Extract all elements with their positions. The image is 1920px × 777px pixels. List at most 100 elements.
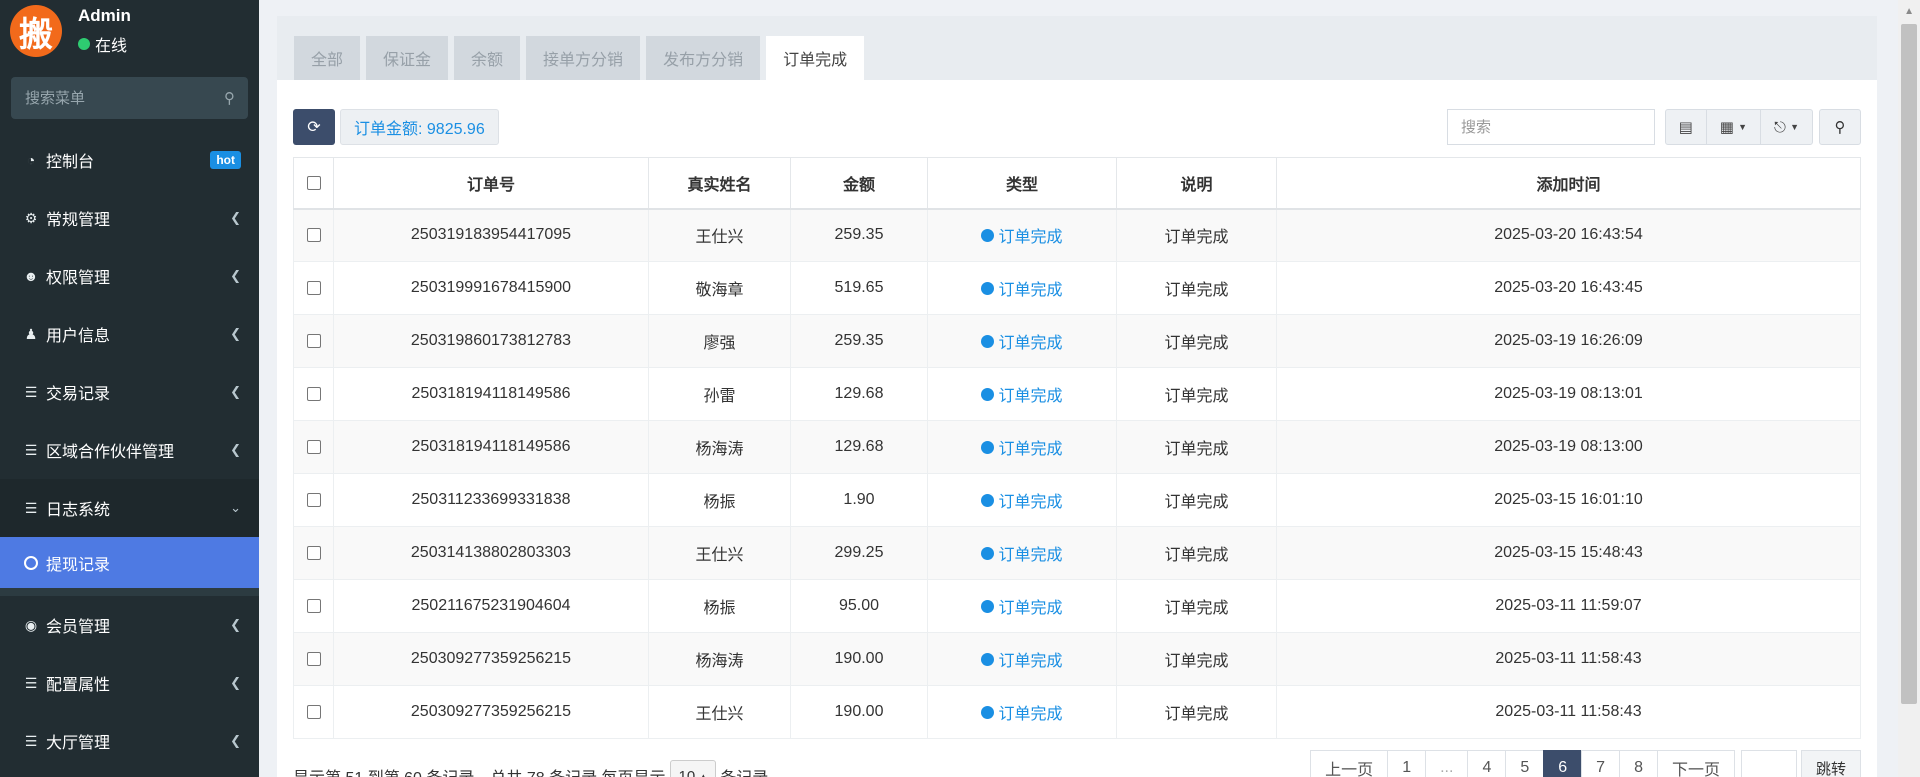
cell-order-no: 250319860173812783 [333,314,649,368]
toggle-view-button[interactable]: ▤ [1666,110,1707,144]
sidebar-item-dashboard[interactable]: ◔ 控制台 hot [0,131,259,189]
refresh-button[interactable]: ⟳ [293,109,335,145]
sidebar-item-members[interactable]: ◉ 会员管理 ❮ [0,596,259,654]
cell-name: 王仕兴 [648,526,791,580]
sidebar-item-logs[interactable]: ☰ 日志系统 ⌄ [0,479,259,537]
menu-search[interactable]: ⚲ [11,77,248,119]
dashboard-icon: ◔ [26,152,36,168]
prev-page-button[interactable]: 上一页 [1310,750,1389,777]
column-header-type[interactable]: 类型 [927,157,1117,210]
status-label: 在线 [95,38,128,55]
row-checkbox[interactable] [306,439,321,454]
row-checkbox[interactable] [306,598,321,613]
table-row[interactable]: 250319183954417095 王仕兴 259.35 订单完成 订单完成 2025-… [293,208,1861,262]
cell-amount: 519.65 [790,261,928,315]
page-button[interactable]: 7 [1581,750,1621,777]
cell-name: 杨海涛 [648,632,791,686]
export-icon: ⎋ [1774,118,1786,136]
page-button[interactable]: 4 [1467,750,1507,777]
row-checkbox[interactable] [306,492,321,507]
table-row[interactable]: 250309277359256215 杨海涛 190.00 订单完成 订单完成 2025-… [293,632,1861,686]
column-header-amount[interactable]: 金额 [790,157,928,210]
page-button[interactable]: 1 [1387,750,1427,777]
scrollbar-thumb[interactable] [1901,24,1917,704]
next-page-button[interactable]: 下一页 [1656,750,1735,777]
table-row[interactable]: 250318194118149586 杨海涛 129.68 订单完成 订单完成 2025-… [293,420,1861,474]
sidebar-subitem-withdrawals[interactable]: 提现记录 [0,537,259,588]
tab-all[interactable]: 全部 [294,36,361,80]
sidebar-item-user-info[interactable]: ♟ 用户信息 ❮ [0,305,259,363]
table-row[interactable]: 250319860173812783 廖强 259.35 订单完成 订单完成 2025-0… [293,314,1861,368]
search-icon: ⚲ [1834,119,1846,136]
status-dot-icon [981,493,995,507]
cell-type: 订单完成 [927,685,1117,739]
tab-deposit[interactable]: 保证金 [366,36,449,80]
tab-publisher-distribution[interactable]: 发布方分销 [646,36,761,80]
cell-type: 订单完成 [927,420,1117,474]
row-select-cell [293,473,334,527]
row-checkbox[interactable] [306,228,321,243]
select-all-checkbox[interactable] [306,175,321,190]
cell-amount: 259.35 [790,314,928,368]
row-checkbox[interactable] [306,704,321,719]
group-icon: ☻ [23,268,39,284]
column-header-desc[interactable]: 说明 [1116,157,1277,210]
table-row[interactable]: 250309277359256215 王仕兴 190.00 订单完成 订单完成 2025-… [293,685,1861,739]
table-search-input[interactable] [1447,109,1655,145]
row-select-cell [293,314,334,368]
sidebar-item-hall[interactable]: ☰ 大厅管理 ❮ [0,712,259,770]
caret-up-icon: ▲ [699,771,708,777]
tab-order-complete[interactable]: 订单完成 [766,36,865,80]
table-row[interactable]: 250314138802803303 王仕兴 299.25 订单完成 订单完成 2025-… [293,526,1861,580]
columns-button[interactable]: ▦ ▼ [1707,110,1762,144]
cell-time: 2025-03-15 15:48:43 [1276,526,1861,580]
table-row[interactable]: 250318194118149586 孙雷 129.68 订单完成 订单完成 2025-0… [293,367,1861,421]
export-button[interactable]: ⎋ ▼ [1761,110,1812,144]
column-header-name[interactable]: 真实姓名 [648,157,791,210]
order-amount-tag[interactable]: 订单金额: 9825.96 [340,109,499,145]
cell-time: 2025-03-11 11:58:43 [1276,632,1861,686]
cell-amount: 190.00 [790,685,928,739]
sidebar-item-config[interactable]: ☰ 配置属性 ❮ [0,654,259,712]
search-button[interactable]: ⚲ [1819,109,1861,145]
row-checkbox[interactable] [306,333,321,348]
search-icon[interactable]: ⚲ [224,89,235,107]
table-row[interactable]: 250311233699331838 杨振 1.90 订单完成 订单完成 2025-03-… [293,473,1861,527]
jump-button[interactable]: 跳转 [1800,750,1861,777]
jump-page-input[interactable] [1740,750,1797,777]
column-header-order-no[interactable]: 订单号 [333,157,649,210]
page-size-select[interactable]: 10 ▲ [669,760,717,777]
tab-receiver-distribution[interactable]: 接单方分销 [526,36,641,80]
row-checkbox[interactable] [306,651,321,666]
page-button-active[interactable]: 6 [1543,750,1583,777]
row-checkbox[interactable] [306,545,321,560]
sidebar-item-permissions[interactable]: ☻ 权限管理 ❮ [0,247,259,305]
user-name: Admin [78,6,131,25]
cell-order-no: 250211675231904604 [333,579,649,633]
type-text: 订单完成 [998,600,1063,617]
caret-down-icon: ▼ [1738,122,1748,132]
sidebar-item-transactions[interactable]: ☰ 交易记录 ❮ [0,363,259,421]
tab-balance[interactable]: 余额 [454,36,521,80]
page-button[interactable]: 8 [1619,750,1658,777]
sidebar-item-partners[interactable]: ☰ 区域合作伙伴管理 ❮ [0,421,259,479]
table-row[interactable]: 250319991678415900 敬海章 519.65 订单完成 订单完成 2025-… [293,261,1861,315]
sidebar-item-general[interactable]: ⚙ 常规管理 ❮ [0,189,259,247]
sidebar-item-label: 交易记录 [46,386,111,403]
sidebar-item-label: 常规管理 [46,212,111,229]
cell-amount: 259.35 [790,208,928,262]
column-header-time[interactable]: 添加时间 [1276,157,1861,210]
row-checkbox[interactable] [306,280,321,295]
row-select-cell [293,632,334,686]
cell-name: 王仕兴 [648,685,791,739]
cell-order-no: 250309277359256215 [333,685,649,739]
row-checkbox[interactable] [306,386,321,401]
scrollbar[interactable]: ▲ [1898,0,1920,777]
content-panel: 全部 保证金 余额 接单方分销 发布方分销 订单完成 ⟳ 订单金额: 9825.… [277,16,1877,777]
scroll-up-arrow-icon[interactable]: ▲ [1904,6,1914,17]
table-row[interactable]: 250211675231904604 杨振 95.00 订单完成 订单完成 2025-03… [293,579,1861,633]
menu-search-input[interactable] [25,89,224,107]
cell-desc: 订单完成 [1116,208,1277,262]
status-dot-icon [981,281,995,295]
page-button[interactable]: 5 [1505,750,1545,777]
